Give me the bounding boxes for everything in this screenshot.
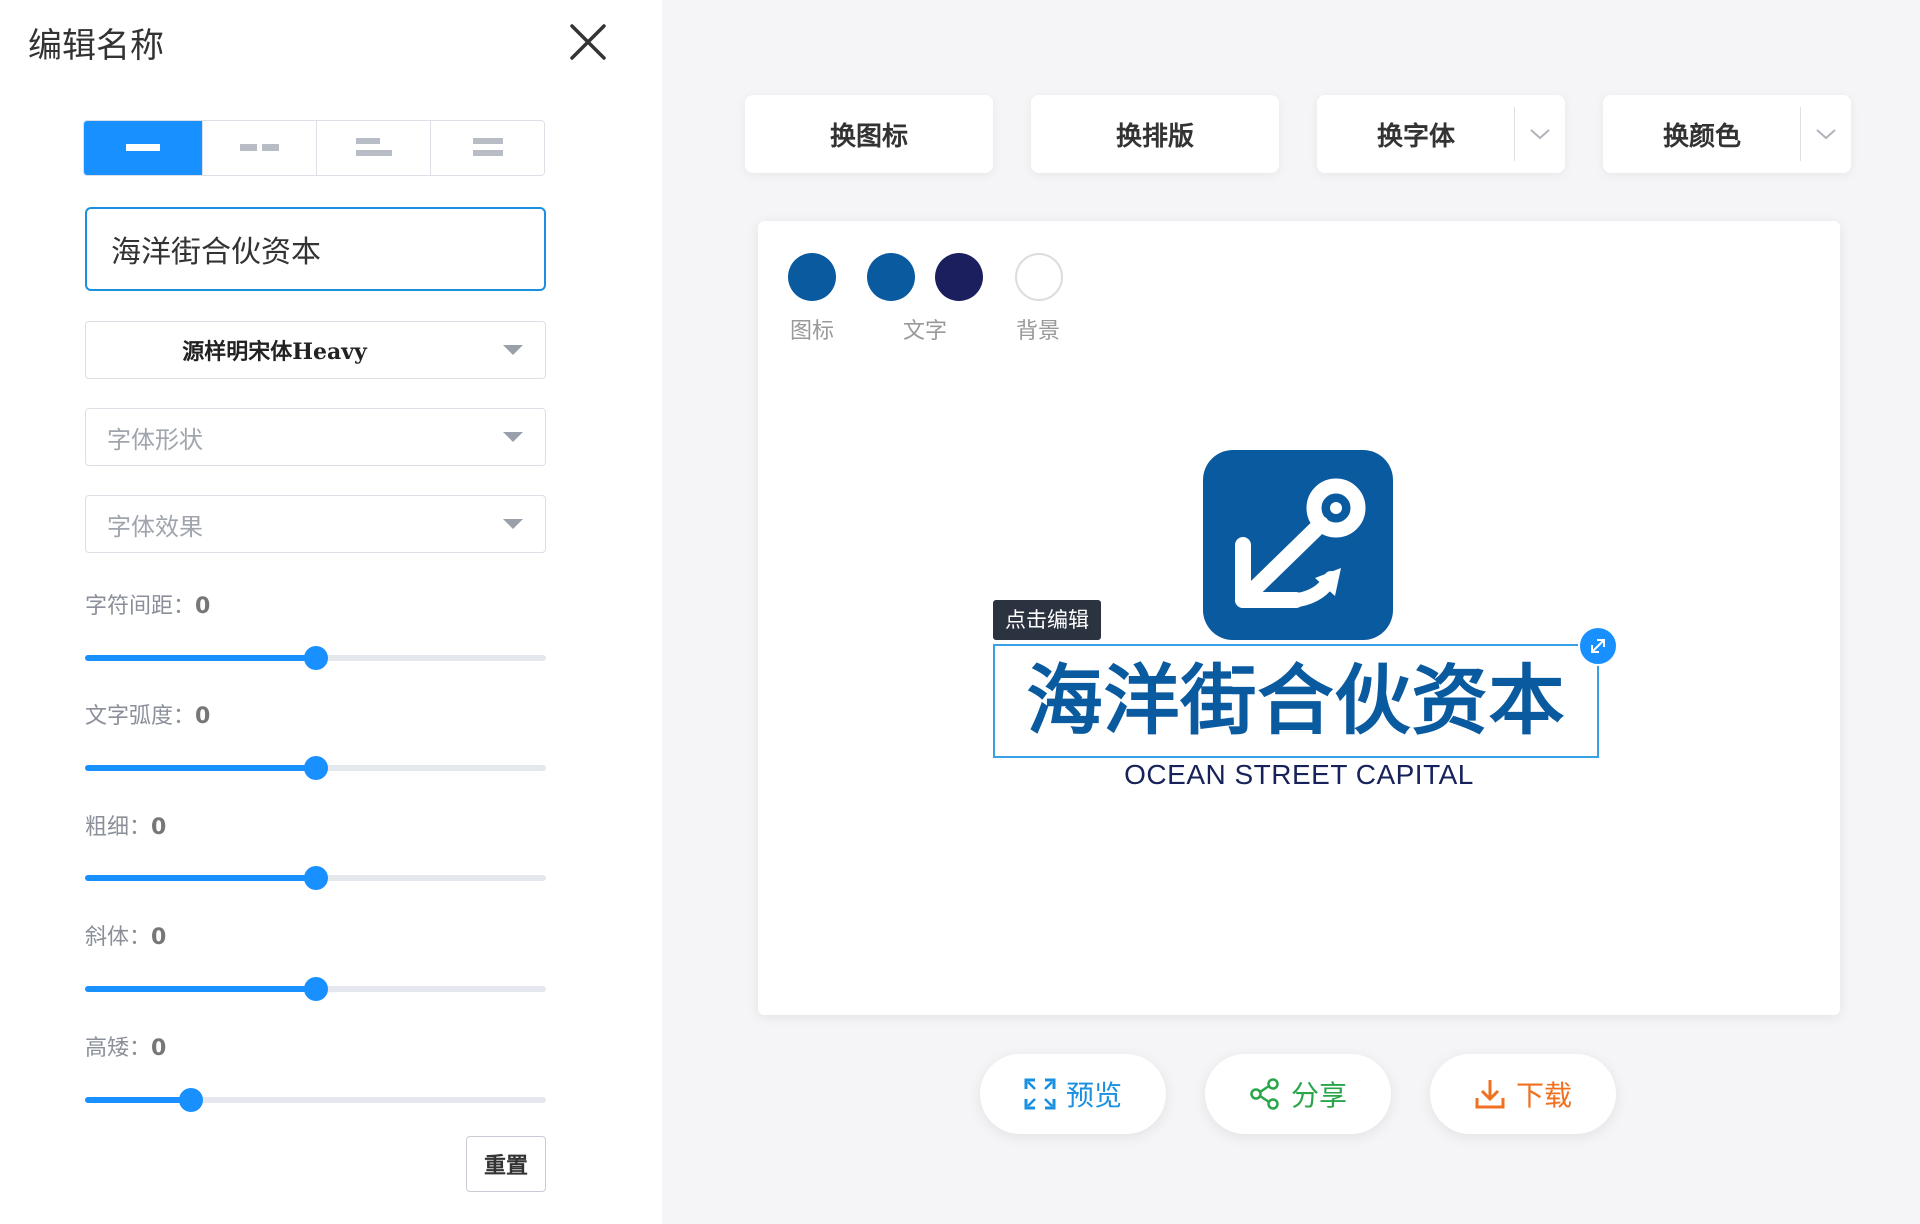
slider-thumb[interactable] xyxy=(303,646,328,670)
italic-value: 0 xyxy=(151,925,167,950)
chevron-down-icon xyxy=(1816,129,1836,140)
single-line-icon xyxy=(126,144,160,151)
dropdown-arrow-icon xyxy=(503,345,523,355)
slider-fill xyxy=(85,875,316,881)
share-icon xyxy=(1250,1078,1279,1110)
height-slider[interactable] xyxy=(85,1088,546,1112)
download-label: 下载 xyxy=(1515,1079,1572,1112)
weight-slider[interactable] xyxy=(85,866,546,890)
stacked-lines-icon xyxy=(472,138,503,156)
logo-text-selection[interactable]: 海洋街合伙资本 xyxy=(993,644,1599,758)
weight-label: 粗细：0 xyxy=(85,815,167,840)
download-button[interactable]: 下载 xyxy=(1430,1054,1616,1134)
close-icon xyxy=(570,24,606,60)
share-label: 分享 xyxy=(1290,1079,1347,1112)
letter-spacing-label: 字符间距：0 xyxy=(85,594,211,619)
close-button[interactable] xyxy=(566,20,610,64)
change-font-dropdown[interactable] xyxy=(1514,107,1565,161)
logo-text[interactable]: 海洋街合伙资本 xyxy=(995,646,1597,756)
italic-label: 斜体：0 xyxy=(85,925,167,950)
left-align-icon xyxy=(355,138,392,156)
layout-tabs xyxy=(83,120,545,176)
chevron-down-icon xyxy=(1530,129,1550,140)
panel-title: 编辑名称 xyxy=(28,26,164,66)
text-color-label: 文字 xyxy=(903,319,948,344)
layout-tab-split-line[interactable] xyxy=(203,121,317,175)
text-arc-value: 0 xyxy=(195,704,211,729)
change-font-button[interactable]: 换字体 xyxy=(1317,95,1565,173)
height-label: 高矮：0 xyxy=(85,1036,167,1061)
change-color-button[interactable]: 换颜色 xyxy=(1603,95,1851,173)
background-color-label: 背景 xyxy=(1016,319,1061,344)
background-color-swatch[interactable] xyxy=(1015,253,1063,301)
slider-fill xyxy=(85,1097,192,1103)
layout-tab-left-align[interactable] xyxy=(317,121,431,175)
letter-spacing-value: 0 xyxy=(195,594,211,619)
change-color-dropdown[interactable] xyxy=(1800,107,1851,161)
change-layout-label: 换排版 xyxy=(1115,121,1194,152)
logo-icon[interactable] xyxy=(1203,450,1393,640)
download-icon xyxy=(1475,1080,1505,1109)
slider-thumb[interactable] xyxy=(179,1088,204,1112)
layout-tab-stacked[interactable] xyxy=(431,121,544,175)
slider-thumb[interactable] xyxy=(303,866,328,890)
change-icon-button[interactable]: 换图标 xyxy=(745,95,993,173)
font-shape-placeholder: 字体形状 xyxy=(107,425,203,454)
font-select-value: 源样明宋体Heavy xyxy=(182,339,367,365)
text-color-swatch-1[interactable] xyxy=(867,253,915,301)
text-arc-slider[interactable] xyxy=(85,756,546,780)
text-color-swatch-2[interactable] xyxy=(935,253,983,301)
icon-color-swatch[interactable] xyxy=(788,253,836,301)
change-layout-button[interactable]: 换排版 xyxy=(1031,95,1279,173)
text-arc-label: 文字弧度：0 xyxy=(85,704,211,729)
font-shape-select[interactable]: 字体形状 xyxy=(85,408,546,466)
resize-handle[interactable] xyxy=(1578,626,1618,666)
resize-icon xyxy=(1591,639,1605,653)
preview-button[interactable]: 预览 xyxy=(980,1054,1166,1134)
height-value: 0 xyxy=(151,1036,167,1061)
font-select[interactable]: 源样明宋体Heavy xyxy=(85,321,546,379)
letter-spacing-slider[interactable] xyxy=(85,646,546,670)
name-input[interactable] xyxy=(85,207,546,291)
preview-label: 预览 xyxy=(1065,1079,1122,1112)
split-line-icon xyxy=(239,144,279,151)
anchor-icon xyxy=(1235,478,1366,608)
font-effect-placeholder: 字体效果 xyxy=(107,512,203,541)
change-icon-label: 换图标 xyxy=(829,121,908,152)
fullscreen-icon xyxy=(1024,1078,1056,1110)
dropdown-arrow-icon xyxy=(503,432,523,442)
click-to-edit-tooltip: 点击编辑 xyxy=(993,600,1101,640)
weight-value: 0 xyxy=(151,815,167,840)
font-effect-select[interactable]: 字体效果 xyxy=(85,495,546,553)
change-font-label: 换字体 xyxy=(1376,121,1455,152)
logo-subtext[interactable]: OCEAN STREET CAPITAL xyxy=(758,759,1840,791)
icon-color-label: 图标 xyxy=(790,319,835,344)
logo-canvas: 图标 文字 背景 点击编辑 海洋街合伙资本 OCEAN STREET CAPIT… xyxy=(758,221,1840,1015)
slider-thumb[interactable] xyxy=(303,756,328,780)
edit-name-panel: 编辑名称 源样明宋体Heavy 字体形状 字体效果 字符间距：0 xyxy=(0,0,662,1224)
italic-slider[interactable] xyxy=(85,977,546,1001)
slider-fill xyxy=(85,986,316,992)
slider-fill xyxy=(85,765,316,771)
layout-tab-single-line[interactable] xyxy=(84,121,203,175)
change-color-label: 换颜色 xyxy=(1662,121,1741,152)
share-button[interactable]: 分享 xyxy=(1205,1054,1391,1134)
slider-fill xyxy=(85,655,316,661)
dropdown-arrow-icon xyxy=(503,519,523,529)
reset-button[interactable]: 重置 xyxy=(466,1136,546,1192)
slider-thumb[interactable] xyxy=(303,977,328,1001)
